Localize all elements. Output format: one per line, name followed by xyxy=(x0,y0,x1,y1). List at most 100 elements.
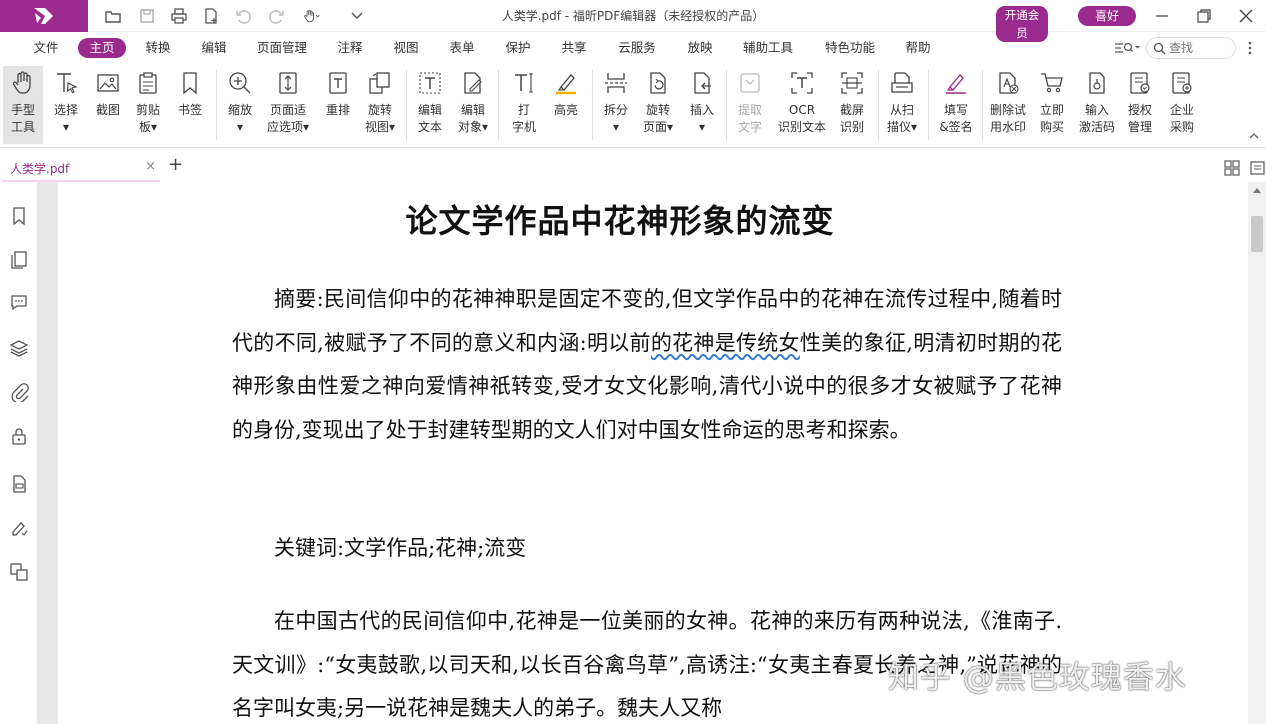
document-title: 论文学作品中花神形象的流变 xyxy=(405,202,835,240)
ribbon-separator xyxy=(928,70,929,140)
close-button[interactable] xyxy=(1226,0,1266,32)
bookmark-button[interactable]: 书签 xyxy=(170,66,210,144)
split-icon xyxy=(605,73,627,93)
form-icon xyxy=(13,475,26,493)
enterprise-purchase-button[interactable]: 企业 采购 xyxy=(1162,66,1202,144)
hand-icon xyxy=(12,71,31,94)
document-tab[interactable]: 人类学.pdf × xyxy=(2,154,160,182)
menu-accessibility[interactable]: 辅助工具 xyxy=(736,38,800,58)
add-tab-icon[interactable]: + xyxy=(168,154,183,175)
activation-code-button[interactable]: 输入 激活码 xyxy=(1074,66,1120,144)
menu-home[interactable]: 主页 xyxy=(78,38,126,58)
vertical-scrollbar[interactable] xyxy=(1248,182,1266,724)
menu-edit[interactable]: 编辑 xyxy=(194,38,234,58)
minimize-button[interactable] xyxy=(1142,0,1182,32)
scanner-icon xyxy=(891,72,913,93)
select-tool-button[interactable]: 选择 ▾ xyxy=(46,66,86,144)
edit-object-button[interactable]: 编辑 对象▾ xyxy=(452,66,494,144)
customize-toolbar-icon[interactable] xyxy=(344,4,370,28)
zoom-icon xyxy=(229,72,251,94)
menu-slideshow[interactable]: 放映 xyxy=(680,38,720,58)
more-options-icon[interactable] xyxy=(1244,38,1256,58)
app-logo[interactable] xyxy=(0,0,88,32)
edit-text-button[interactable]: 编辑 文本 xyxy=(410,66,450,144)
reflow-icon xyxy=(329,72,347,94)
menu-features[interactable]: 特色功能 xyxy=(818,38,882,58)
menu-annotate[interactable]: 注释 xyxy=(330,38,370,58)
zoom-button[interactable]: 缩放 ▾ xyxy=(220,66,260,144)
document-tab-name: 人类学.pdf xyxy=(10,162,70,176)
tool-label: 企业 采购 xyxy=(1169,103,1194,134)
select-icon xyxy=(57,73,78,94)
rotate-page-button[interactable]: 旋转 页面▾ xyxy=(636,66,680,144)
menu-view[interactable]: 视图 xyxy=(386,38,426,58)
screenshot-ocr-button[interactable]: 截屏 识别 xyxy=(832,66,872,144)
insert-icon xyxy=(694,72,711,94)
split-button[interactable]: 拆分 ▾ xyxy=(596,66,636,144)
comments-panel-button[interactable] xyxy=(9,292,29,312)
new-file-icon[interactable] xyxy=(198,4,224,28)
restore-button[interactable] xyxy=(1184,0,1224,32)
tool-label: 页面适 应选项▾ xyxy=(266,103,310,134)
menu-file[interactable]: 文件 xyxy=(28,38,64,58)
pages-panel-button[interactable] xyxy=(9,250,29,270)
signature-icon xyxy=(12,522,28,536)
find-options-icon[interactable] xyxy=(1112,38,1142,58)
license-icon xyxy=(1130,72,1150,94)
minimize-icon xyxy=(1156,15,1168,17)
hand-tool-quick-icon[interactable] xyxy=(298,4,326,28)
compare-icon xyxy=(10,563,28,581)
extract-text-button[interactable]: 提取 文字 xyxy=(730,66,770,144)
form-panel-button[interactable] xyxy=(9,474,29,494)
save-icon[interactable] xyxy=(134,4,160,28)
security-panel-button[interactable] xyxy=(9,426,29,446)
redo-icon[interactable] xyxy=(264,4,290,28)
license-management-button[interactable]: 授权 管理 xyxy=(1120,66,1160,144)
compare-panel-button[interactable] xyxy=(9,562,29,582)
close-tab-icon[interactable]: × xyxy=(145,159,156,174)
fill-sign-button[interactable]: 填写 &签名 xyxy=(934,66,978,144)
buy-now-button[interactable]: 立即 购买 xyxy=(1032,66,1072,144)
open-file-icon[interactable] xyxy=(100,4,126,28)
rotate-view-button[interactable]: 旋转 视图▾ xyxy=(358,66,402,144)
menu-convert[interactable]: 转换 xyxy=(138,38,178,58)
layers-panel-button[interactable] xyxy=(9,338,29,358)
reflow-button[interactable]: 重排 xyxy=(318,66,358,144)
tool-label: 立即 购买 xyxy=(1039,103,1064,134)
scanner-button[interactable]: 从扫 描仪▾ xyxy=(882,66,922,144)
scroll-up-icon[interactable] xyxy=(1252,186,1262,194)
find-box xyxy=(1146,37,1236,59)
menu-protect[interactable]: 保护 xyxy=(498,38,538,58)
menu-share[interactable]: 共享 xyxy=(554,38,594,58)
print-icon[interactable] xyxy=(166,4,192,28)
grid-view-icon[interactable] xyxy=(1224,160,1240,176)
scrollbar-thumb[interactable] xyxy=(1251,216,1263,252)
ocr-button[interactable]: OCR 识别文本 xyxy=(774,66,830,144)
tab-list-icon[interactable] xyxy=(1250,160,1266,176)
highlight-button[interactable]: 高亮 xyxy=(546,66,586,144)
hand-tool-button[interactable]: 手型 工具 xyxy=(3,66,43,144)
tool-label: 从扫 描仪▾ xyxy=(886,103,918,134)
tool-label: 旋转 视图▾ xyxy=(364,103,396,134)
collapse-ribbon-icon[interactable] xyxy=(1248,130,1260,140)
menu-cloud[interactable]: 云服务 xyxy=(612,38,662,58)
tool-label: 选择 ▾ xyxy=(53,103,78,134)
fit-page-button[interactable]: 页面适 应选项▾ xyxy=(262,66,314,144)
vip-button[interactable]: 开通会员 xyxy=(996,6,1048,42)
restore-icon xyxy=(1197,9,1211,23)
menu-help[interactable]: 帮助 xyxy=(898,38,938,58)
signature-panel-button[interactable] xyxy=(9,518,29,538)
clipboard-button[interactable]: 剪贴 板▾ xyxy=(128,66,168,144)
menu-form[interactable]: 表单 xyxy=(442,38,482,58)
typewriter-button[interactable]: 打 字机 xyxy=(504,66,544,144)
snapshot-button[interactable]: 截图 xyxy=(88,66,128,144)
bookmark-icon xyxy=(183,72,197,95)
insert-button[interactable]: 插入 ▾ xyxy=(682,66,722,144)
undo-icon[interactable] xyxy=(230,4,256,28)
favorite-button[interactable]: 喜好 xyxy=(1078,6,1136,26)
attachments-panel-button[interactable] xyxy=(9,382,29,404)
remove-watermark-button[interactable]: 删除试 用水印 xyxy=(986,66,1030,144)
find-input[interactable] xyxy=(1169,40,1231,56)
document-tab-bar: 人类学.pdf × + xyxy=(0,148,1266,182)
menu-page-management[interactable]: 页面管理 xyxy=(252,38,312,58)
